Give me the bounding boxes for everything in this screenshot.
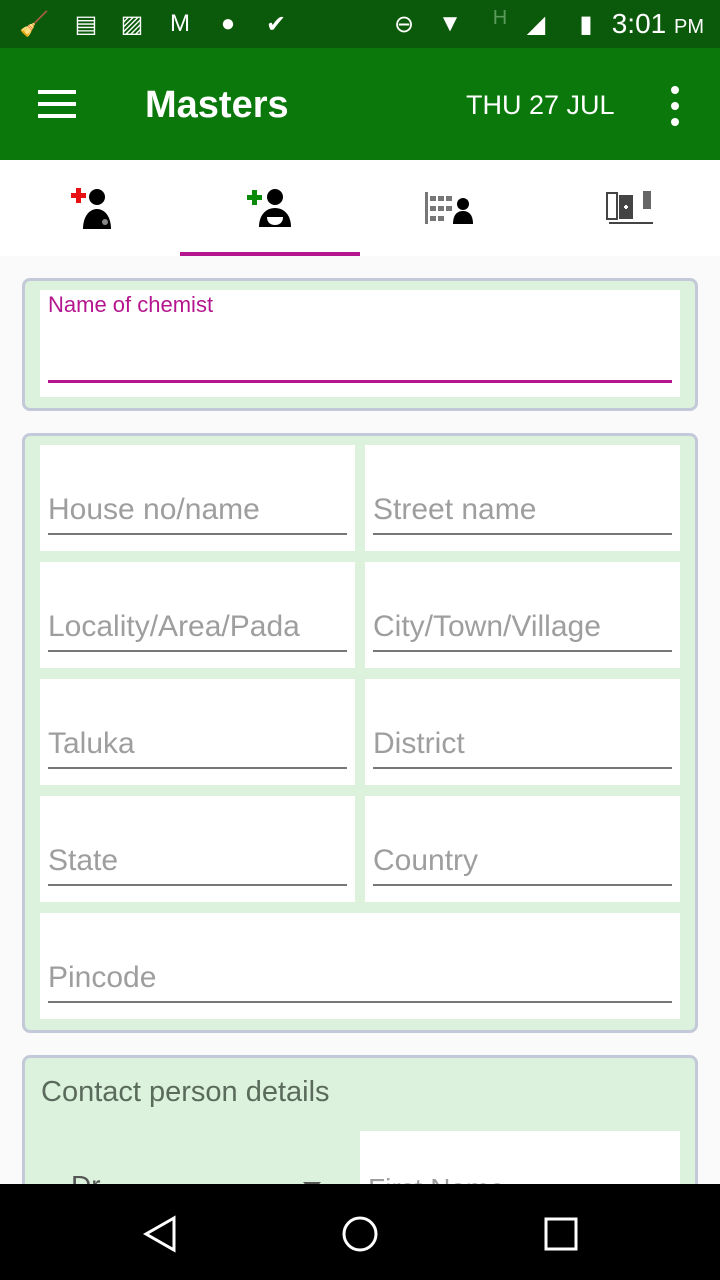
medicines-icon — [606, 191, 653, 224]
date-label: THU 27 JUL — [466, 90, 615, 120]
state-field[interactable]: State — [40, 796, 355, 902]
app-bar: Masters THU 27 JUL — [0, 48, 720, 160]
gallery-icon: ▨ — [120, 10, 144, 38]
tab-chemist[interactable] — [180, 160, 360, 256]
check-icon: ✔ — [265, 10, 287, 38]
back-icon[interactable] — [140, 1214, 180, 1254]
android-icon: ● — [220, 10, 236, 37]
cleaner-icon: 🧹 — [19, 10, 49, 38]
locality-field[interactable]: Locality/Area/Pada — [40, 562, 355, 668]
tab-stockist[interactable] — [360, 160, 540, 256]
tab-medicines[interactable] — [540, 160, 720, 256]
home-icon[interactable] — [340, 1214, 380, 1254]
chemist-name-card: Name of chemist — [22, 278, 698, 411]
pincode-field[interactable]: Pincode — [40, 913, 680, 1019]
battery-charging-icon: ▮ — [579, 10, 593, 38]
overflow-menu-icon[interactable] — [665, 86, 685, 126]
country-field[interactable]: Country — [365, 796, 680, 902]
page-title: Masters — [145, 84, 289, 126]
navigation-bar — [0, 1184, 720, 1280]
chemist-name-field[interactable]: Name of chemist — [40, 290, 680, 397]
do-not-disturb-icon: ⊖ — [393, 10, 415, 38]
signal-icon: ◢ — [526, 10, 546, 38]
address-card: House no/name Street name Locality/Area/… — [22, 433, 698, 1033]
chemist-icon — [247, 189, 291, 227]
recents-icon[interactable] — [542, 1215, 580, 1253]
street-field[interactable]: Street name — [365, 445, 680, 551]
chemist-name-label: Name of chemist — [48, 292, 214, 317]
contact-section-title: Contact person details — [41, 1076, 330, 1108]
field-underline — [48, 380, 672, 383]
status-bar: 🧹 ▤ ▨ M ● ✔ ⊖ ▼ H ◢ ▮ 3:01 PM — [0, 0, 720, 48]
city-field[interactable]: City/Town/Village — [365, 562, 680, 668]
tab-bar — [0, 160, 720, 256]
house-field[interactable]: House no/name — [40, 445, 355, 551]
notes-icon: ▤ — [74, 10, 98, 38]
gmail-icon: M — [170, 10, 190, 37]
district-field[interactable]: District — [365, 679, 680, 785]
stockist-icon — [425, 192, 473, 224]
taluka-field[interactable]: Taluka — [40, 679, 355, 785]
network-h-icon: H — [492, 6, 508, 29]
doctor-icon — [71, 188, 111, 229]
wifi-icon: ▼ — [438, 10, 462, 37]
clock: 3:01 PM — [611, 8, 704, 39]
tab-doctor[interactable] — [0, 160, 180, 256]
hamburger-menu-icon[interactable] — [38, 90, 76, 118]
